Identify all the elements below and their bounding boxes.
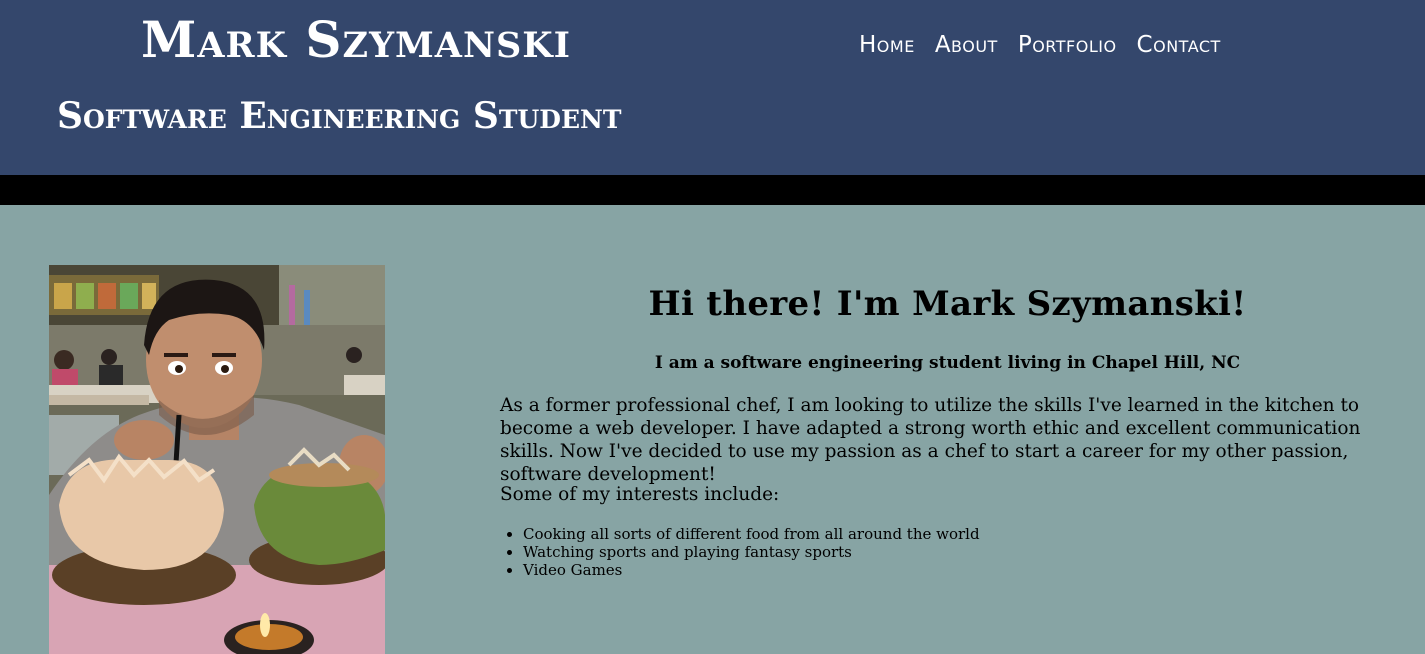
list-item: Cooking all sorts of different food from…: [523, 525, 980, 543]
nav-contact-link[interactable]: Contact: [1137, 31, 1221, 59]
nav-about-link[interactable]: About: [935, 31, 998, 59]
site-subtitle: Software Engineering Student: [57, 95, 622, 137]
list-item: Watching sports and playing fantasy spor…: [523, 543, 980, 561]
tagline: I am a software engineering student livi…: [654, 353, 1241, 373]
profile-photo: [49, 265, 385, 654]
interests-heading: Some of my interests include:: [500, 484, 780, 505]
nav-portfolio-link[interactable]: Portfolio: [1018, 31, 1117, 59]
nav-home-link[interactable]: Home: [859, 31, 915, 59]
bio-paragraph: As a former professional chef, I am look…: [500, 395, 1361, 485]
header-divider: [0, 175, 1425, 205]
site-title: Mark Szymanski: [141, 10, 572, 69]
interests-list: Cooking all sorts of different food from…: [523, 525, 980, 579]
site-header: Mark Szymanski Software Engineering Stud…: [0, 0, 1425, 175]
list-item: Video Games: [523, 561, 980, 579]
main-nav: Home About Portfolio Contact: [859, 30, 1221, 60]
greeting-heading: Hi there! I'm Mark Szymanski!: [648, 284, 1247, 324]
about-section: Hi there! I'm Mark Szymanski! I am a sof…: [500, 282, 1400, 579]
